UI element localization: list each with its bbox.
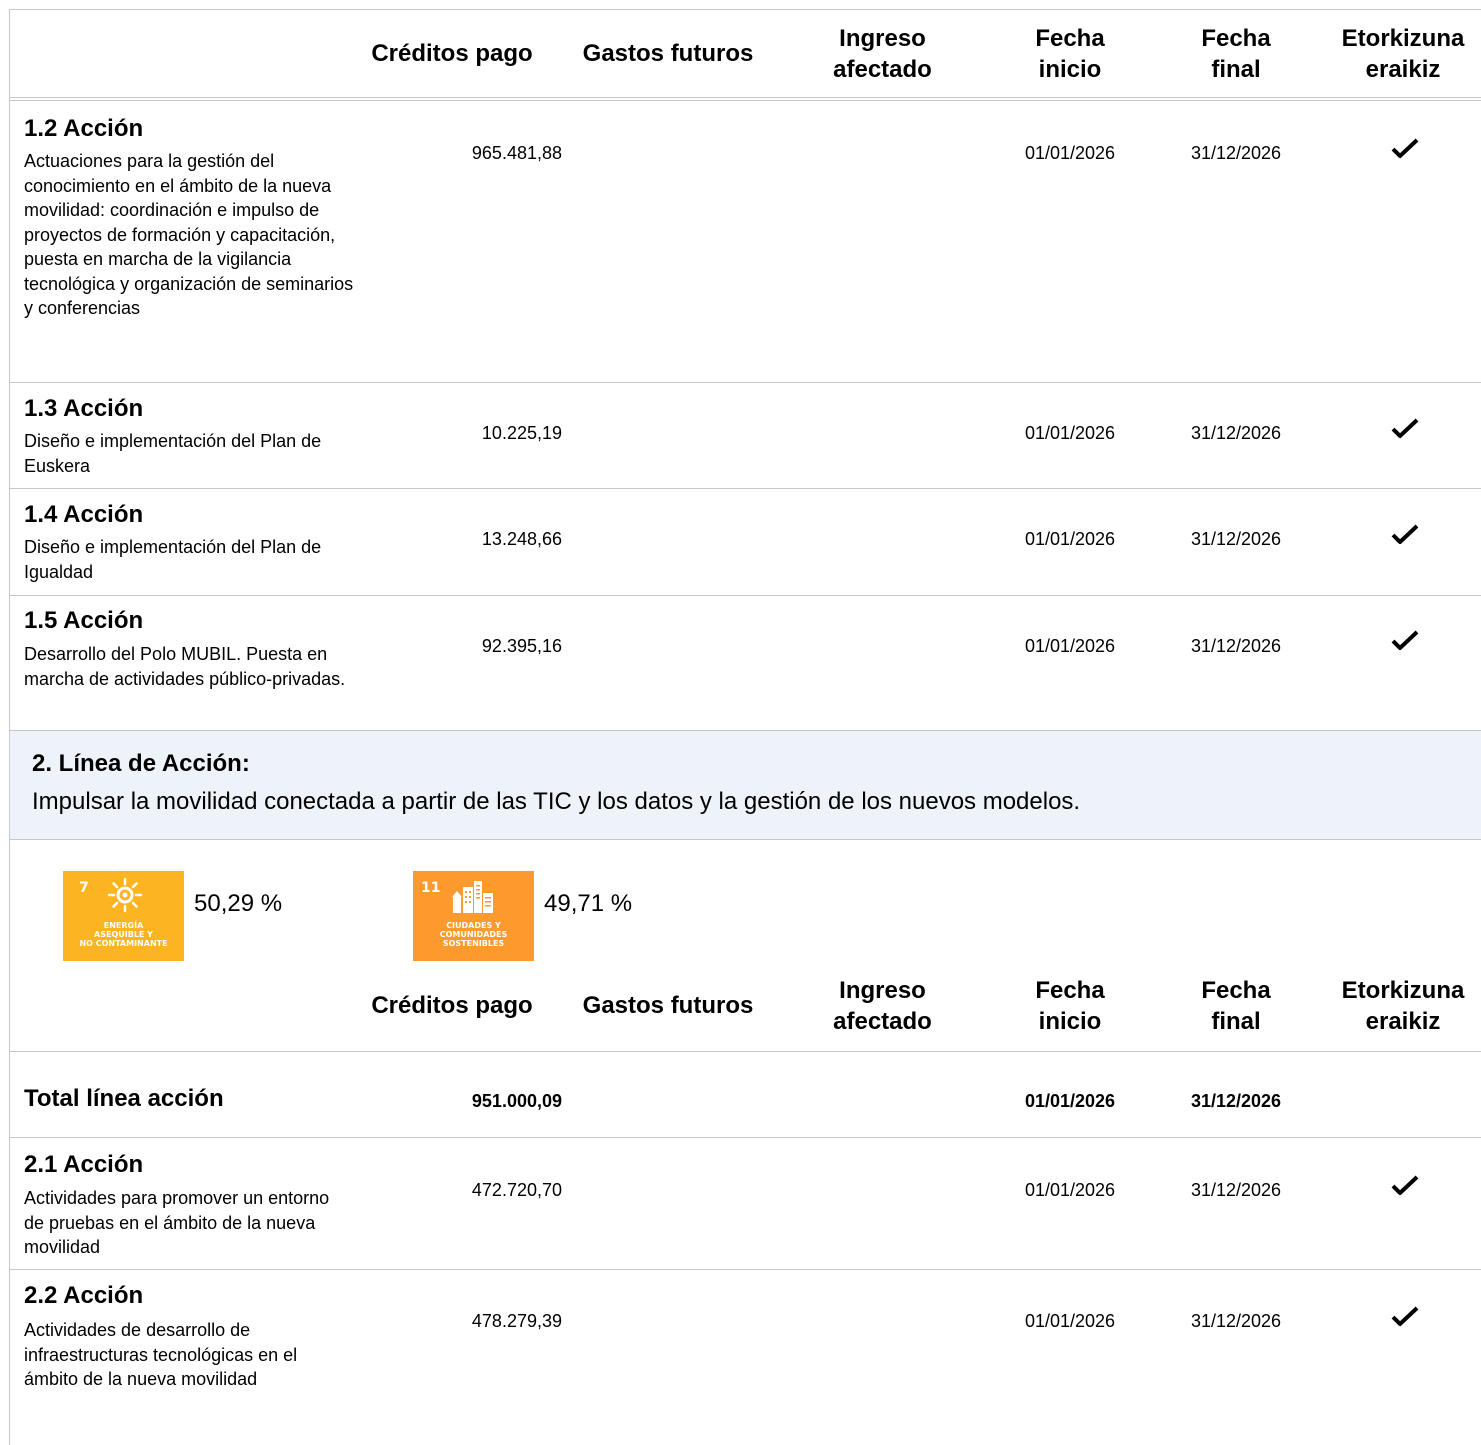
sdg-11-percent: 49,71 %: [544, 890, 633, 917]
fecha-final-value: 31/12/2026: [1190, 1180, 1282, 1200]
action-title: 1.2 Acción: [24, 115, 144, 142]
fecha-final-value: 31/12/2026: [1190, 1311, 1282, 1331]
sdg-label-line: COMUNIDADES: [439, 930, 508, 939]
creditos-pago-value: 92.395,16: [481, 636, 562, 656]
fecha-inicio-value: 01/01/2026: [1024, 636, 1116, 656]
checkmark-icon: [1391, 1175, 1419, 1195]
fecha-final-value: 31/12/2026: [1190, 636, 1282, 656]
header-fecha-final: Fecha final: [1201, 24, 1271, 83]
sdg-7-badge: 7 ENERGÍA ASEQUIBLE Y NO CONTAMINANTE: [63, 871, 184, 961]
fecha-inicio-value: 01/01/2026: [1024, 423, 1116, 443]
table-row: 2.1 Acción Actividades para promover un …: [10, 1138, 1481, 1269]
sdg-11-badge: 11 CIUDADES Y COMUNIDADES SOSTENIBLES: [413, 871, 534, 961]
creditos-pago-value: 965.481,88: [471, 143, 562, 163]
table-header-row: Créditos pago Gastos futuros Ingreso afe…: [10, 10, 1481, 97]
creditos-pago-value: 472.720,70: [471, 1180, 562, 1200]
header-gastos-futuros: Gastos futuros: [582, 40, 754, 67]
checkmark-icon: [1391, 138, 1419, 158]
fecha-final-value: 31/12/2026: [1190, 529, 1282, 549]
action-description: Actuaciones para la gestión del conocimi…: [24, 151, 354, 318]
header-fecha-final: Fecha final: [1201, 976, 1271, 1035]
sdg-label: ENERGÍA ASEQUIBLE Y NO CONTAMINANTE: [63, 921, 184, 948]
sdg-label-line: ASEQUIBLE Y: [94, 930, 153, 939]
checkmark-icon: [1391, 418, 1419, 438]
header-fecha-inicio: Fecha inicio: [1035, 976, 1105, 1035]
header-gastos-futuros: Gastos futuros: [582, 992, 754, 1019]
header-creditos-pago: Créditos pago: [371, 992, 533, 1019]
sdg-label-line: CIUDADES Y: [446, 921, 501, 930]
total-fecha-inicio: 01/01/2026: [1024, 1091, 1116, 1111]
divider: [10, 97, 1481, 98]
creditos-pago-value: 10.225,19: [481, 423, 562, 443]
action-title: 1.5 Acción: [24, 607, 144, 634]
sdg-7-percent: 50,29 %: [194, 890, 283, 917]
total-fecha-final: 31/12/2026: [1190, 1091, 1282, 1111]
total-row: Total línea acción 951.000,09 01/01/2026…: [10, 1052, 1481, 1137]
action-title: 1.3 Acción: [24, 395, 144, 422]
action-title: 2.1 Acción: [24, 1151, 144, 1178]
action-line-title: 2. Línea de Acción:: [32, 750, 250, 777]
table-row: 2.2 Acción Actividades de desarrollo de …: [10, 1270, 1481, 1445]
header-creditos-pago: Créditos pago: [371, 40, 533, 67]
table-header-row: Créditos pago Gastos futuros Ingreso afe…: [10, 962, 1481, 1049]
fecha-final-value: 31/12/2026: [1190, 143, 1282, 163]
city-buildings-icon: [452, 881, 493, 913]
total-creditos-value: 951.000,09: [471, 1091, 562, 1111]
fecha-inicio-value: 01/01/2026: [1024, 143, 1116, 163]
creditos-pago-value: 478.279,39: [471, 1311, 562, 1331]
header-fecha-inicio: Fecha inicio: [1035, 24, 1105, 83]
sdg-number: 11: [421, 880, 441, 896]
table-row: 1.3 Acción Diseño e implementación del P…: [10, 383, 1481, 488]
checkmark-icon: [1391, 1306, 1419, 1326]
table-row: 1.2 Acción Actuaciones para la gestión d…: [10, 101, 1481, 382]
sdg-label-line: SOSTENIBLES: [442, 939, 505, 948]
divider: [10, 839, 1481, 840]
fecha-inicio-value: 01/01/2026: [1024, 1180, 1116, 1200]
table-row: 1.4 Acción Diseño e implementación del P…: [10, 489, 1481, 595]
action-title: 1.4 Acción: [24, 501, 144, 528]
checkmark-icon: [1391, 630, 1419, 650]
action-line-section: 2. Línea de Acción: Impulsar la movilida…: [10, 731, 1481, 839]
table-row: 1.5 Acción Desarrollo del Polo MUBIL. Pu…: [10, 596, 1481, 730]
header-ingreso-afectado: Ingreso afectado: [833, 24, 932, 83]
header-etorkizuna-eraikiz: Etorkizuna eraikiz: [1341, 24, 1465, 83]
sun-icon: [107, 877, 143, 913]
sdg-label-line: NO CONTAMINANTE: [79, 939, 168, 948]
header-etorkizuna-eraikiz: Etorkizuna eraikiz: [1341, 976, 1465, 1035]
sdg-label-line: ENERGÍA: [103, 921, 144, 930]
checkmark-icon: [1391, 524, 1419, 544]
fecha-inicio-value: 01/01/2026: [1024, 1311, 1116, 1331]
fecha-final-value: 31/12/2026: [1190, 423, 1282, 443]
creditos-pago-value: 13.248,66: [481, 529, 562, 549]
sdg-label: CIUDADES Y COMUNIDADES SOSTENIBLES: [413, 921, 534, 948]
action-line-description: Impulsar la movilidad conectada a partir…: [32, 788, 1081, 815]
fecha-inicio-value: 01/01/2026: [1024, 529, 1116, 549]
header-ingreso-afectado: Ingreso afectado: [833, 976, 932, 1035]
sdg-number: 7: [79, 880, 89, 896]
action-title: 2.2 Acción: [24, 1282, 144, 1309]
